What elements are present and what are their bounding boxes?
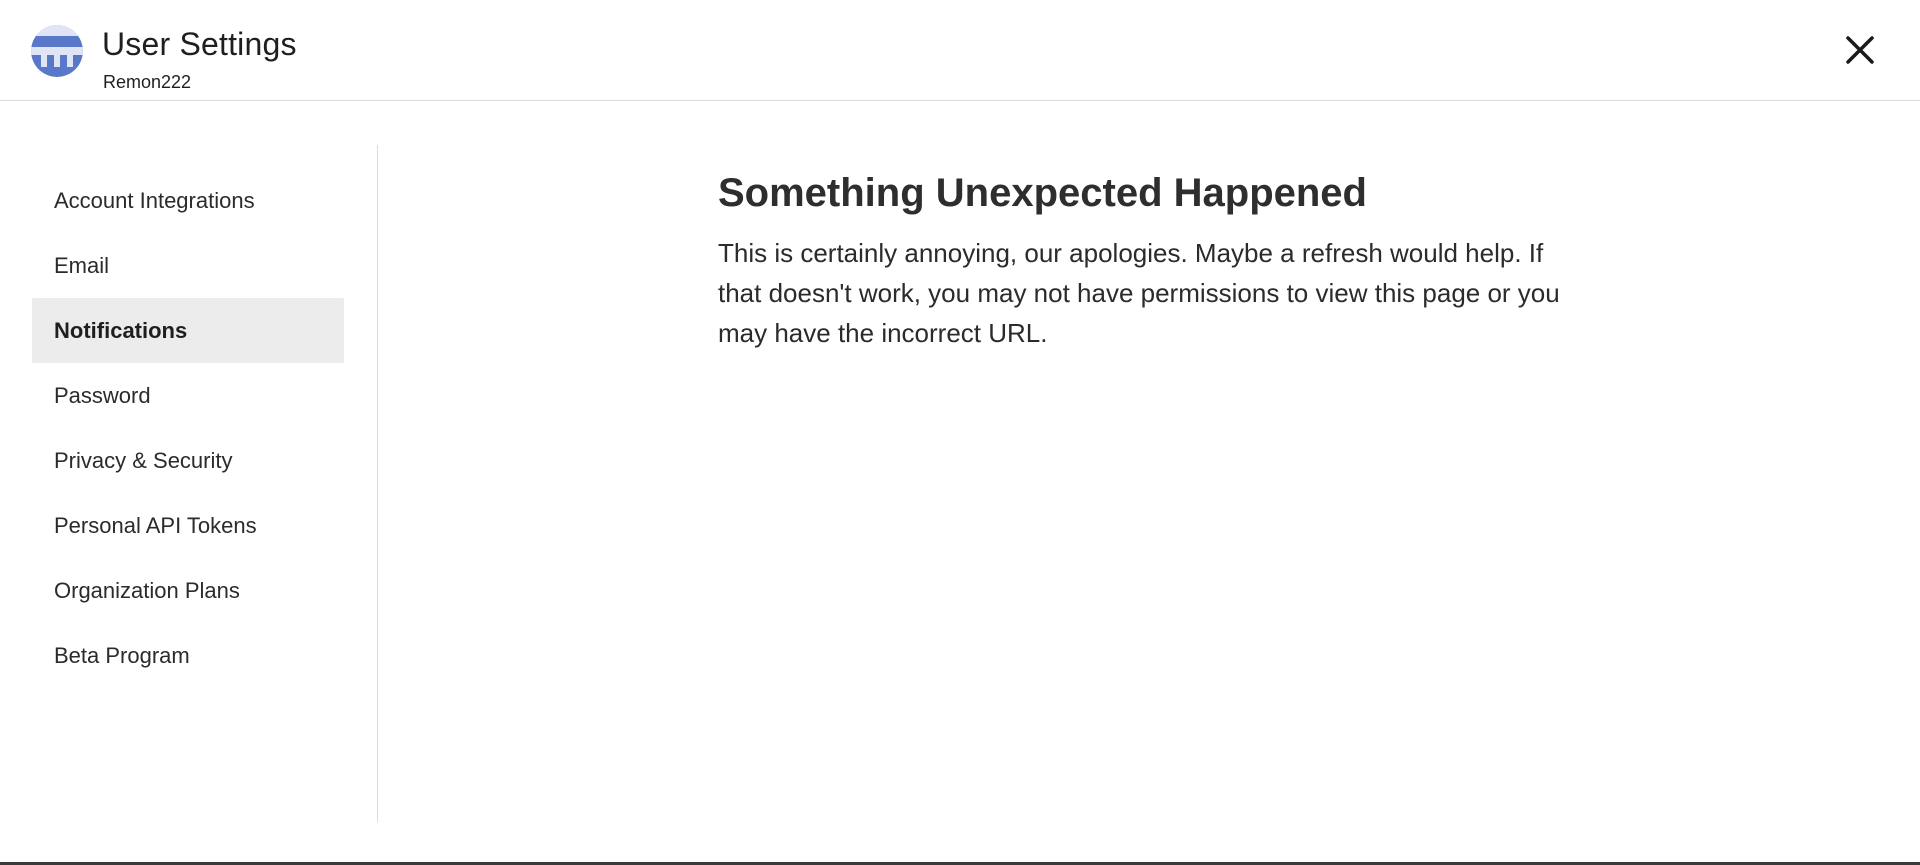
sidebar-item-organization-plans[interactable]: Organization Plans: [32, 558, 344, 623]
settings-header: User Settings Remon222: [0, 0, 1920, 101]
user-avatar: [31, 25, 83, 77]
sidebar-item-email[interactable]: Email: [32, 233, 344, 298]
sidebar-item-notifications[interactable]: Notifications: [32, 298, 344, 363]
page-title: User Settings: [102, 26, 297, 62]
error-panel: Something Unexpected Happened This is ce…: [718, 168, 1588, 353]
sidebar-item-privacy-security[interactable]: Privacy & Security: [32, 428, 344, 493]
sidebar-item-personal-api-tokens[interactable]: Personal API Tokens: [32, 493, 344, 558]
error-message: This is certainly annoying, our apologie…: [718, 238, 1560, 348]
sidebar-item-beta-program[interactable]: Beta Program: [32, 623, 344, 688]
sidebar-divider: [377, 145, 378, 822]
sidebar-item-account-integrations[interactable]: Account Integrations: [32, 168, 344, 233]
settings-sidebar: Account Integrations Email Notifications…: [32, 168, 344, 688]
avatar-pattern-icon: [31, 25, 83, 77]
sidebar-item-password[interactable]: Password: [32, 363, 344, 428]
error-heading: Something Unexpected Happened: [718, 171, 1367, 215]
close-button[interactable]: [1840, 30, 1880, 70]
close-icon: [1846, 36, 1874, 64]
username-label: Remon222: [103, 72, 192, 92]
